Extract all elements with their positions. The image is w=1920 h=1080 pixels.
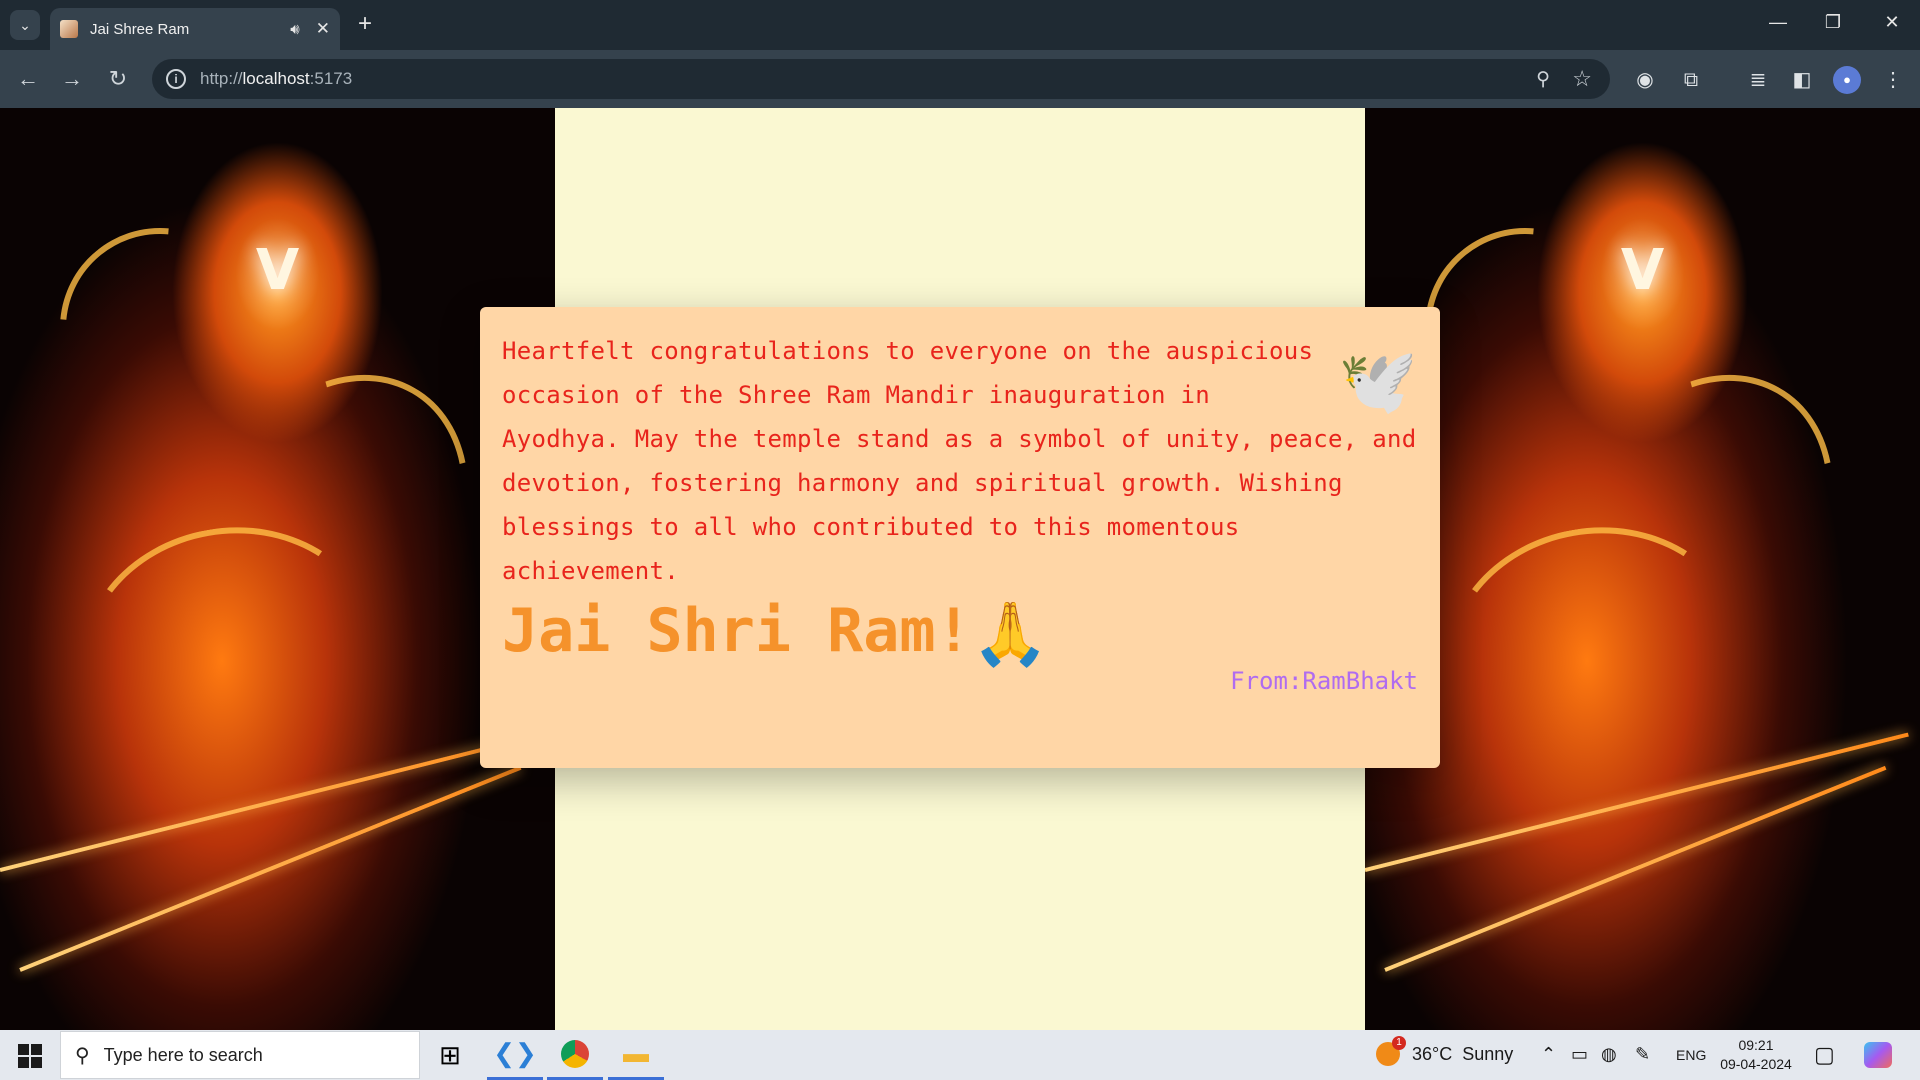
deity-image-right: V	[1365, 108, 1920, 1030]
taskbar-clock[interactable]: 09:21 09-04-2024	[1706, 1036, 1806, 1074]
taskbar: ⚲ Type here to search ⊞ ❮❯ ▬ 36°C Sunny …	[0, 1030, 1920, 1080]
speaker-icon[interactable]: 🔊︎	[290, 21, 299, 38]
tab-search-icon[interactable]: ⌄	[10, 10, 40, 40]
restore-icon[interactable]: ❐	[1813, 12, 1853, 33]
puzzle-icon[interactable]: ⧉	[1677, 66, 1705, 94]
star-icon[interactable]: ☆	[1572, 66, 1592, 92]
windows-start-icon[interactable]	[18, 1044, 42, 1068]
browser-tab-active[interactable]: Jai Shree Ram 🔊︎ ✕	[50, 8, 340, 50]
chevron-up-icon[interactable]: ⌃	[1541, 1044, 1556, 1065]
chrome-icon[interactable]	[547, 1030, 603, 1080]
tilak-mark: V	[255, 238, 300, 303]
battery-icon[interactable]: ▭	[1571, 1044, 1588, 1065]
greeting-heading: Jai Shri Ram!🙏	[502, 591, 1418, 674]
url-text[interactable]: http://localhost:5173	[200, 69, 352, 89]
browser-tabstrip: ⌄ Jai Shree Ram 🔊︎ ✕ + — ❐ ✕	[0, 0, 1920, 50]
pen-icon[interactable]: ✎	[1635, 1044, 1650, 1065]
notification-icon[interactable]: ▢	[1814, 1042, 1835, 1068]
close-icon[interactable]: ✕	[316, 19, 330, 39]
greeting-text: Jai Shri Ram!	[502, 596, 972, 666]
search-placeholder: Type here to search	[103, 1044, 263, 1065]
menu-icon[interactable]: ⋮	[1879, 66, 1907, 94]
minimize-icon[interactable]: —	[1758, 12, 1798, 33]
clock-time: 09:21	[1738, 1037, 1774, 1053]
taskbar-search-input[interactable]: ⚲ Type here to search	[60, 1031, 420, 1079]
congratulations-message: 🕊️ Heartfelt congratulations to everyone…	[502, 329, 1418, 593]
sidepanel-icon[interactable]: ◧	[1788, 66, 1816, 94]
reload-icon[interactable]: ↻	[103, 64, 133, 94]
tilak-mark: V	[1620, 238, 1665, 303]
media-icon[interactable]: ≣	[1744, 66, 1772, 94]
language-indicator[interactable]: ENG	[1676, 1047, 1706, 1063]
profile-icon[interactable]: ●	[1833, 66, 1861, 94]
copilot-icon[interactable]	[1864, 1042, 1892, 1068]
weather-widget[interactable]: 36°C Sunny	[1376, 1036, 1514, 1066]
pray-emoji: 🙏	[971, 597, 1049, 670]
task-view-icon[interactable]: ⊞	[422, 1030, 478, 1080]
sun-icon	[1376, 1036, 1406, 1066]
dove-emoji: 🕊️	[1338, 345, 1418, 419]
address-bar[interactable]: i http://localhost:5173 ⚲ ☆	[152, 59, 1610, 99]
browser-toolbar: ← → ↻ i http://localhost:5173 ⚲ ☆ ◉ ⧉ ≣ …	[0, 50, 1920, 108]
deity-image-left: V	[0, 108, 555, 1030]
search-icon: ⚲	[75, 1044, 90, 1067]
tab-favicon-icon	[60, 20, 78, 38]
close-window-icon[interactable]: ✕	[1872, 12, 1912, 33]
plus-icon[interactable]: +	[352, 12, 378, 38]
weather-temp: 36°C	[1412, 1043, 1453, 1064]
clock-date: 09-04-2024	[1720, 1056, 1792, 1072]
greeting-card: 🕊️ Heartfelt congratulations to everyone…	[480, 307, 1440, 768]
signature: From:RamBhakt	[1230, 667, 1418, 695]
extension-icon[interactable]: ◉	[1631, 66, 1659, 94]
vscode-icon[interactable]: ❮❯	[487, 1030, 543, 1080]
weather-desc: Sunny	[1462, 1043, 1514, 1064]
network-icon[interactable]: ◍	[1601, 1044, 1617, 1065]
info-icon[interactable]: i	[166, 69, 186, 89]
message-text: Heartfelt congratulations to everyone on…	[502, 337, 1417, 585]
file-explorer-icon[interactable]: ▬	[608, 1030, 664, 1080]
zoom-icon[interactable]: ⚲	[1536, 68, 1550, 91]
page-viewport: V V 🕊️ Heartfelt congratulations to ever…	[0, 108, 1920, 1030]
forward-icon[interactable]: →	[57, 64, 87, 94]
tab-title: Jai Shree Ram	[90, 20, 190, 38]
back-icon[interactable]: ←	[13, 64, 43, 94]
